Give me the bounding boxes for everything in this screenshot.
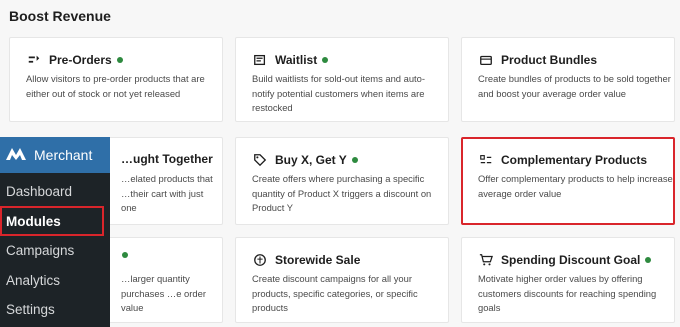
sidebar-item-dashboard[interactable]: Dashboard bbox=[6, 184, 72, 199]
active-status-dot bbox=[322, 57, 329, 63]
card-title: Spending Discount Goal bbox=[501, 253, 641, 267]
card-complementary-products[interactable]: Complementary Products Offer complementa… bbox=[461, 137, 675, 225]
card-title: Storewide Sale bbox=[275, 253, 361, 267]
sale-icon bbox=[252, 252, 268, 268]
sidebar-item-settings[interactable]: Settings bbox=[6, 302, 55, 317]
sidebar-brand[interactable]: Merchant bbox=[0, 137, 110, 173]
card-description: Create discount campaigns for all your p… bbox=[252, 273, 418, 314]
pre-orders-icon bbox=[26, 52, 42, 68]
card-description: Offer complementary products to help inc… bbox=[478, 173, 673, 199]
sidebar-item-campaigns[interactable]: Campaigns bbox=[6, 243, 74, 258]
card-title: Buy X, Get Y bbox=[275, 153, 347, 167]
card-description: Create offers where purchasing a specifi… bbox=[252, 173, 432, 214]
admin-sidebar: Merchant Dashboard Modules Campaigns Ana… bbox=[0, 137, 110, 327]
card-spending-discount-goal[interactable]: Spending Discount Goal Motivate higher o… bbox=[461, 237, 675, 323]
active-status-dot bbox=[122, 252, 128, 258]
card-buy-x-get-y[interactable]: Buy X, Get Y Create offers where purchas… bbox=[235, 137, 449, 225]
merchant-logo-icon bbox=[6, 146, 26, 165]
cart-icon bbox=[478, 252, 494, 268]
card-storewide-sale[interactable]: Storewide Sale Create discount campaigns… bbox=[235, 237, 449, 323]
card-title: Pre-Orders bbox=[49, 53, 112, 67]
card-description: …elated products that …their cart with j… bbox=[121, 173, 213, 214]
tag-icon bbox=[252, 152, 268, 168]
section-title: Boost Revenue bbox=[9, 8, 111, 24]
complementary-icon bbox=[478, 152, 494, 168]
sidebar-item-label: Modules bbox=[6, 214, 61, 229]
active-status-dot bbox=[645, 257, 652, 263]
sidebar-item-analytics[interactable]: Analytics bbox=[6, 273, 60, 288]
sidebar-item-modules[interactable]: Modules bbox=[0, 206, 104, 236]
card-title: Complementary Products bbox=[501, 153, 648, 167]
active-status-dot bbox=[116, 57, 123, 63]
card-description: Build waitlists for sold-out items and a… bbox=[252, 73, 425, 114]
waitlist-icon bbox=[252, 52, 268, 68]
brand-name: Merchant bbox=[34, 147, 93, 163]
card-title: Product Bundles bbox=[501, 53, 598, 67]
active-status-dot bbox=[351, 157, 358, 163]
bundle-icon bbox=[478, 52, 494, 68]
card-waitlist[interactable]: Waitlist Build waitlists for sold-out it… bbox=[235, 37, 449, 122]
card-title: …ught Together bbox=[121, 152, 213, 166]
card-pre-orders[interactable]: Pre-Orders Allow visitors to pre-order p… bbox=[9, 37, 223, 122]
card-product-bundles[interactable]: Product Bundles Create bundles of produc… bbox=[461, 37, 675, 122]
card-description: …larger quantity purchases …e order valu… bbox=[121, 273, 206, 314]
card-description: Motivate higher order values by offering… bbox=[478, 273, 657, 314]
card-description: Allow visitors to pre-order products tha… bbox=[26, 73, 205, 99]
card-title: Waitlist bbox=[275, 53, 318, 67]
card-description: Create bundles of products to be sold to… bbox=[478, 73, 671, 99]
